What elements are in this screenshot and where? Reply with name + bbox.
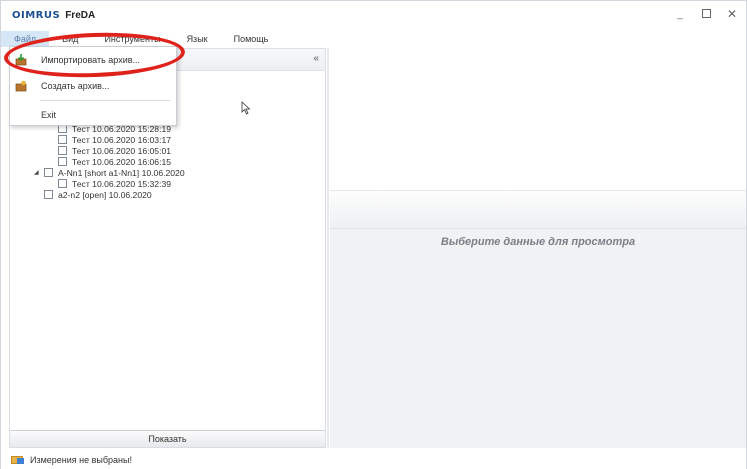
title-bar: OIMRUS FreDA _ ✕ [1, 1, 746, 29]
close-button[interactable]: ✕ [726, 7, 738, 21]
tree-row[interactable]: Тест 10.06.2020 16:05:01 [10, 145, 325, 156]
status-bar: Измерения не выбраны! [1, 450, 746, 469]
menu-help[interactable]: Помощь [221, 31, 282, 47]
view-panel: Выберите данные для просмотра [330, 48, 746, 448]
tree-checkbox[interactable] [58, 179, 67, 188]
tree-item-label: Тест 10.06.2020 16:05:01 [72, 145, 172, 156]
warning-folder-icon [11, 455, 25, 465]
tree-item-label: Тест 10.06.2020 16:06:15 [72, 156, 172, 167]
show-button[interactable]: Показать [10, 430, 325, 447]
tree-checkbox[interactable] [58, 135, 67, 144]
view-toolbar-area [330, 190, 746, 228]
tree-item-label: Тест 10.06.2020 15:32:39 [72, 178, 172, 189]
app-window: OIMRUS FreDA _ ✕ Файл Вид Инструменты Яз… [0, 0, 747, 469]
expand-arrow-icon[interactable]: ◢ [34, 169, 43, 176]
maximize-icon [701, 9, 711, 18]
exit-label: Exit [41, 110, 57, 120]
tree-row[interactable]: Тест 10.06.2020 16:06:15 [10, 156, 325, 167]
create-archive-icon [15, 80, 27, 92]
maximize-button[interactable] [700, 7, 712, 21]
dimrus-logo: OIMRUS [12, 9, 61, 21]
tree-item-label: A-Nn1 [short a1-Nn1] 10.06.2020 [58, 167, 185, 178]
create-archive-label: Создать архив... [41, 81, 110, 91]
tree-checkbox[interactable] [44, 190, 53, 199]
tree-row[interactable]: ◢ A-Nn1 [short a1-Nn1] 10.06.2020 [10, 167, 325, 178]
tree-checkbox[interactable] [58, 146, 67, 155]
app-title: FreDA [65, 9, 96, 21]
app-logo: OIMRUS FreDA [12, 9, 95, 21]
panel-splitter[interactable] [327, 48, 329, 448]
tree-item-label: a2-n2 [open] 10.06.2020 [58, 189, 152, 200]
exit-menu-item[interactable]: Exit [10, 105, 176, 125]
menu-separator [40, 100, 170, 101]
tree-row[interactable]: a2-n2 [open] 10.06.2020 [10, 189, 325, 200]
create-archive-menu-item[interactable]: Создать архив... [10, 76, 176, 96]
window-controls: _ ✕ [674, 7, 738, 21]
mouse-cursor-icon [241, 101, 251, 115]
tree-item-label: Тест 10.06.2020 16:03:17 [72, 134, 172, 145]
view-body [330, 228, 746, 448]
minimize-button[interactable]: _ [674, 7, 686, 21]
view-top-area [330, 48, 746, 190]
tree-row[interactable]: Тест 10.06.2020 16:03:17 [10, 134, 325, 145]
collapse-panel-button[interactable]: « [313, 53, 319, 64]
empty-view-message: Выберите данные для просмотра [440, 236, 636, 248]
tree-row[interactable]: Тест 10.06.2020 15:32:39 [10, 178, 325, 189]
status-text: Измерения не выбраны! [30, 454, 133, 465]
archive-tree: Тест 10.06.2020 15:28:19 Тест 10.06.2020 … [10, 123, 325, 200]
tree-checkbox[interactable] [44, 168, 53, 177]
tree-checkbox[interactable] [58, 157, 67, 166]
